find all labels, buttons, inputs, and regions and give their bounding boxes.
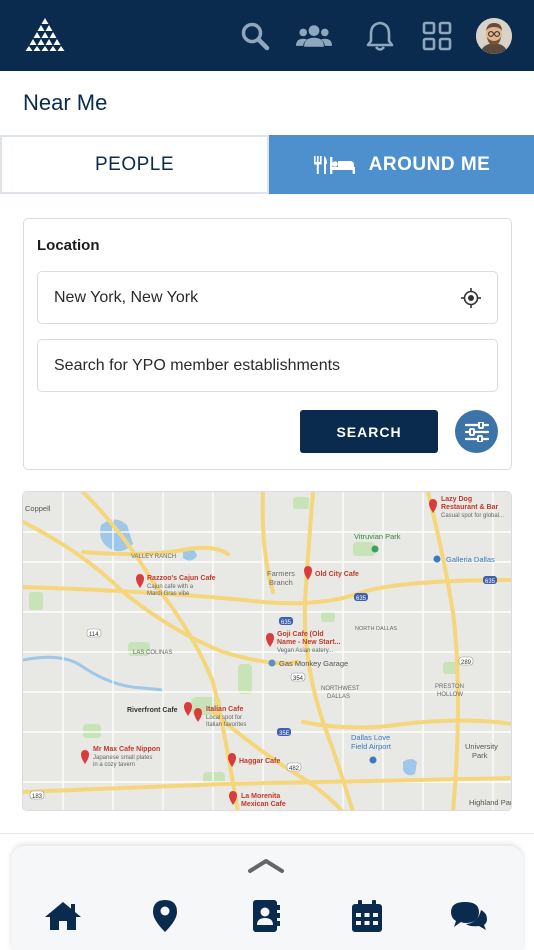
svg-text:482: 482	[289, 766, 300, 772]
restaurant-hotel-icon	[313, 155, 357, 175]
tab-around-me[interactable]: AROUND ME	[269, 135, 534, 194]
svg-text:Goji Cafe (Old: Goji Cafe (Old	[277, 631, 324, 638]
svg-text:Haggar Cafe: Haggar Cafe	[239, 758, 280, 765]
svg-text:Restaurant & Bar: Restaurant & Bar	[441, 504, 498, 511]
svg-text:in a cozy tavern: in a cozy tavern	[93, 762, 135, 768]
svg-text:635: 635	[281, 620, 292, 626]
svg-text:Japanese small plates: Japanese small plates	[93, 755, 152, 761]
tab-people[interactable]: PEOPLE	[0, 135, 269, 194]
establishment-search-placeholder: Search for YPO member establishments	[54, 356, 341, 374]
svg-text:289: 289	[461, 660, 472, 666]
svg-text:Cajun cafe with a: Cajun cafe with a	[147, 584, 194, 590]
svg-text:Riverfront Cafe: Riverfront Cafe	[127, 707, 178, 714]
svg-text:635: 635	[356, 596, 367, 602]
svg-text:Vitruvian Park: Vitruvian Park	[354, 532, 401, 541]
logo-triangle-icon[interactable]	[24, 16, 66, 52]
svg-text:VALLEY RANCH: VALLEY RANCH	[131, 554, 176, 560]
content-divider	[0, 833, 534, 834]
search-button[interactable]: SEARCH	[300, 410, 438, 453]
map-label: Coppell	[25, 504, 51, 513]
svg-text:NORTH DALLAS: NORTH DALLAS	[355, 626, 397, 632]
home-icon[interactable]	[43, 896, 83, 936]
svg-text:Italian favorites: Italian favorites	[206, 722, 246, 728]
svg-text:Mr Max Cafe Nippon: Mr Max Cafe Nippon	[93, 746, 160, 753]
svg-text:Park: Park	[472, 751, 488, 760]
tab-around-me-label: AROUND ME	[368, 153, 491, 175]
sliders-icon	[464, 421, 489, 442]
location-label: Location	[37, 237, 100, 254]
svg-text:Galleria Dallas: Galleria Dallas	[446, 555, 495, 564]
chat-icon[interactable]	[449, 896, 489, 936]
location-input-value: New York, New York	[54, 288, 199, 306]
top-bar	[0, 0, 534, 71]
svg-text:Name - New Start...: Name - New Start...	[277, 639, 340, 646]
location-pin-icon[interactable]	[145, 896, 185, 936]
svg-text:Local spot for: Local spot for	[206, 715, 242, 721]
tab-people-label: PEOPLE	[94, 153, 175, 175]
map-view[interactable]: Coppell VALLEY RANCH Farmers Branch Vitru…	[22, 491, 512, 811]
svg-text:Gas Monkey Garage: Gas Monkey Garage	[279, 659, 348, 668]
avatar[interactable]	[476, 18, 512, 54]
svg-text:635: 635	[485, 579, 496, 585]
grid-icon[interactable]	[419, 18, 455, 54]
svg-text:183: 183	[32, 794, 43, 800]
svg-text:35E: 35E	[279, 731, 290, 737]
search-icon[interactable]	[237, 18, 273, 54]
current-location-icon[interactable]	[461, 288, 481, 313]
svg-text:LAS COLINAS: LAS COLINAS	[133, 650, 172, 656]
establishment-search-input[interactable]: Search for YPO member establishments	[37, 339, 498, 392]
svg-text:114: 114	[89, 632, 99, 638]
svg-text:Mardi Gras vibe: Mardi Gras vibe	[147, 591, 190, 597]
svg-text:La Morenita: La Morenita	[241, 793, 280, 800]
svg-text:Italian Cafe: Italian Cafe	[206, 706, 243, 713]
location-input[interactable]: New York, New York	[37, 271, 498, 324]
svg-text:Casual spot for global...: Casual spot for global...	[441, 513, 504, 519]
svg-text:Razzoo's Cajun Cafe: Razzoo's Cajun Cafe	[147, 575, 216, 582]
svg-text:Vegan Asian eatery...: Vegan Asian eatery...	[277, 648, 334, 654]
chevron-up-icon[interactable]	[247, 858, 285, 879]
svg-text:Mexican Cafe: Mexican Cafe	[241, 801, 286, 808]
svg-text:DALLAS: DALLAS	[327, 694, 350, 700]
svg-text:PRESTON: PRESTON	[435, 684, 464, 690]
svg-text:NORTHWEST: NORTHWEST	[321, 686, 360, 692]
page-title: Near Me	[23, 90, 108, 115]
filter-button[interactable]	[455, 410, 498, 453]
svg-text:Dallas Love: Dallas Love	[351, 733, 390, 742]
bottom-nav	[11, 846, 523, 950]
bell-icon[interactable]	[362, 18, 398, 54]
calendar-icon[interactable]	[347, 896, 387, 936]
contacts-icon[interactable]	[246, 896, 286, 936]
svg-text:University: University	[465, 742, 498, 751]
people-icon[interactable]	[296, 18, 332, 54]
tab-bar: PEOPLE AROUND ME	[0, 135, 534, 194]
svg-text:Field Airport: Field Airport	[351, 742, 392, 751]
svg-text:HOLLOW: HOLLOW	[437, 692, 463, 698]
svg-text:Farmers: Farmers	[267, 569, 295, 578]
svg-text:Branch: Branch	[269, 578, 293, 587]
svg-text:Lazy Dog: Lazy Dog	[441, 496, 472, 503]
location-card: Location New York, New York Search for Y…	[23, 218, 512, 470]
svg-text:354: 354	[293, 676, 304, 682]
svg-text:Highland Par: Highland Par	[469, 798, 512, 807]
svg-text:Old City Cafe: Old City Cafe	[315, 571, 359, 578]
